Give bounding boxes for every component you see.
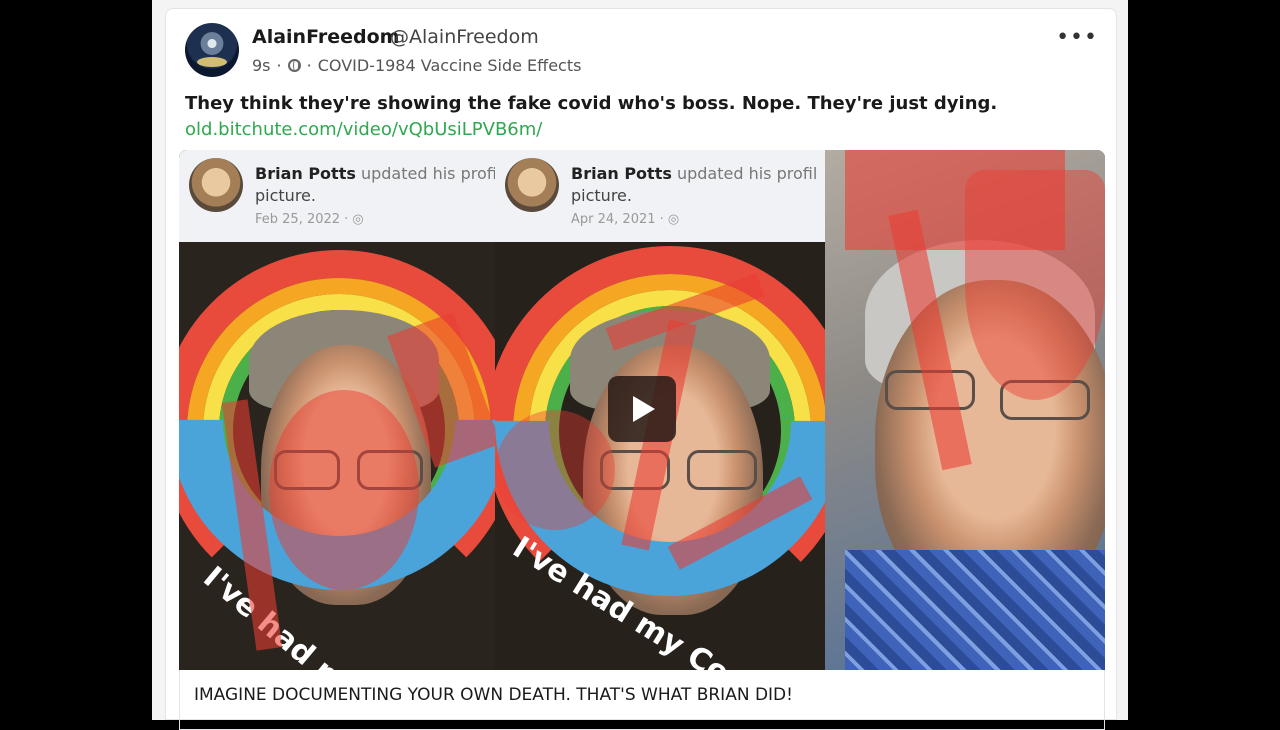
author-handle[interactable]: @AlainFreedom bbox=[390, 26, 539, 48]
profile-update-header: Brian Potts updated his profi picture. F… bbox=[179, 150, 495, 242]
avatar-glow bbox=[197, 57, 227, 67]
fb-update-line: Brian Potts updated his profi bbox=[255, 164, 495, 183]
fb-name: Brian Potts bbox=[571, 164, 672, 183]
fb-update-line: Brian Potts updated his profil bbox=[571, 164, 817, 183]
fb-sub: picture. bbox=[255, 186, 316, 205]
profile-update-header: Brian Potts updated his profil picture. … bbox=[495, 150, 825, 242]
post-timestamp[interactable]: 9s bbox=[252, 56, 271, 75]
post-card: AlainFreedom @AlainFreedom ••• 9s · · CO… bbox=[165, 8, 1117, 730]
play-button[interactable] bbox=[608, 376, 676, 442]
shirt-shape bbox=[845, 550, 1105, 670]
post-text: They think they're showing the fake covi… bbox=[185, 93, 998, 114]
right-letterbox bbox=[1128, 0, 1280, 720]
video-caption[interactable]: IMAGINE DOCUMENTING YOUR OWN DEATH. THAT… bbox=[179, 670, 1105, 730]
feed: AlainFreedom @AlainFreedom ••• 9s · · CO… bbox=[152, 0, 1128, 730]
group-name[interactable]: COVID-1984 Vaccine Side Effects bbox=[318, 56, 582, 75]
post-link[interactable]: old.bitchute.com/video/vQbUsiLPVB6m/ bbox=[185, 119, 542, 140]
meta-separator: · bbox=[276, 56, 282, 75]
fb-avatar bbox=[505, 158, 559, 212]
fb-date: Apr 24, 2021 · ◎ bbox=[571, 212, 680, 227]
red-overlay-mark bbox=[965, 170, 1105, 400]
globe-icon bbox=[287, 59, 301, 72]
post-meta: 9s · · COVID-1984 Vaccine Side Effects bbox=[252, 56, 581, 75]
author-avatar[interactable] bbox=[185, 23, 239, 77]
fb-action: updated his profil bbox=[676, 164, 818, 183]
left-letterbox bbox=[0, 0, 152, 720]
red-overlay-mark bbox=[495, 410, 615, 530]
thumbnail-panel-1: I've had my Brian Potts updated his prof… bbox=[179, 150, 495, 670]
fb-action: updated his profi bbox=[360, 164, 495, 183]
video-thumbnail[interactable]: I've had my Brian Potts updated his prof… bbox=[179, 150, 1105, 670]
red-overlay-mark bbox=[269, 390, 419, 590]
fb-sub: picture. bbox=[571, 186, 632, 205]
fb-avatar bbox=[189, 158, 243, 212]
meta-separator: · bbox=[306, 56, 312, 75]
thumbnail-panel-3 bbox=[825, 150, 1105, 670]
more-options-icon[interactable]: ••• bbox=[1056, 25, 1098, 50]
video-title: IMAGINE DOCUMENTING YOUR OWN DEATH. THAT… bbox=[194, 685, 793, 705]
author-name[interactable]: AlainFreedom bbox=[252, 26, 399, 48]
fb-date: Feb 25, 2022 · ◎ bbox=[255, 212, 364, 227]
fb-name: Brian Potts bbox=[255, 164, 356, 183]
